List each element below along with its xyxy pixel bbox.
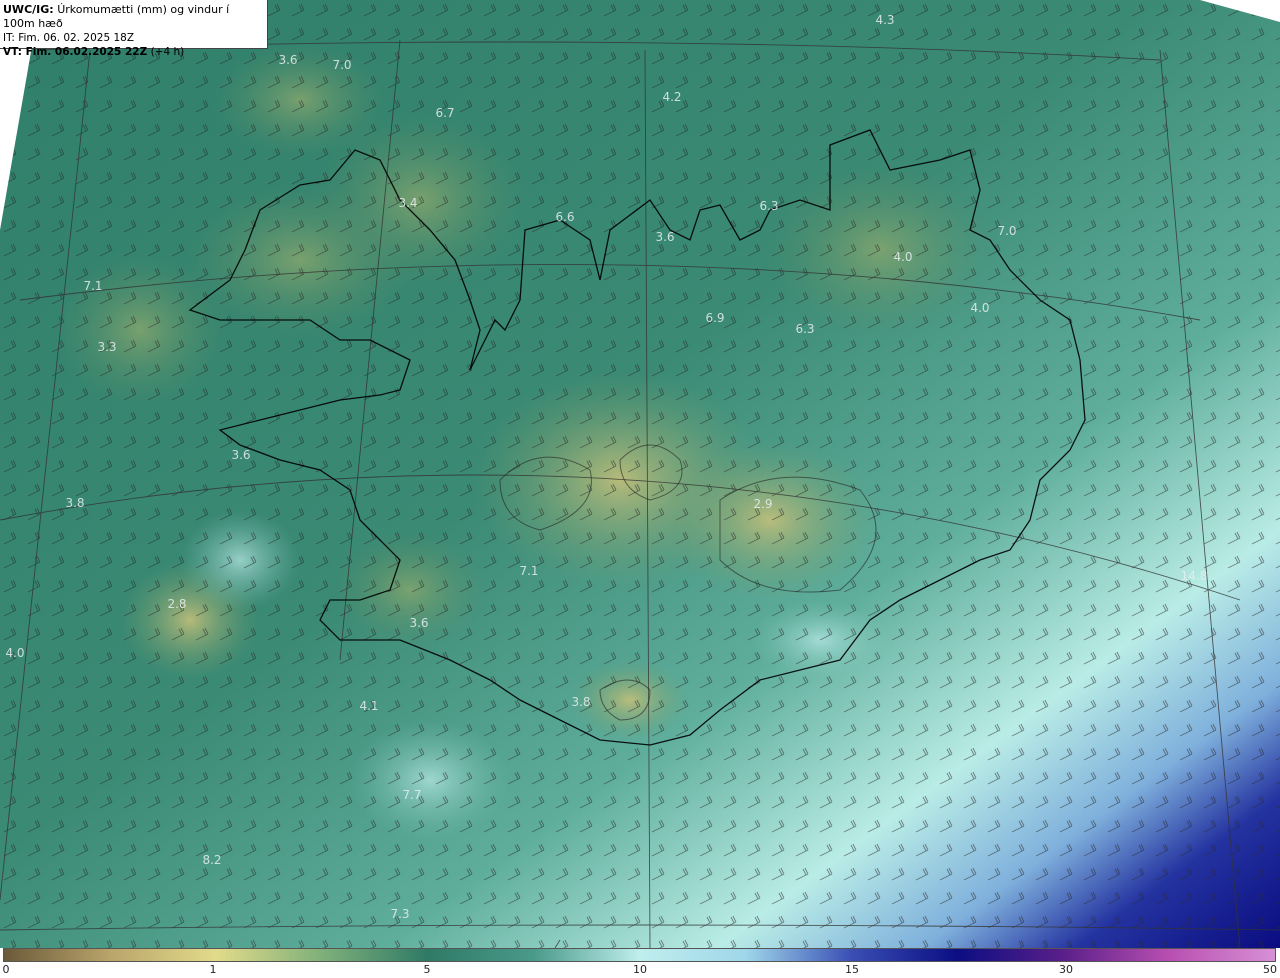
value-label: 6.9: [705, 311, 724, 325]
value-label: 3.3: [97, 340, 116, 354]
colorbar-tick-label: 30: [1059, 963, 1073, 976]
wind-barbs: [0, 0, 1280, 948]
info-box: UWC/IG: Úrkomumætti (mm) og vindur í 100…: [0, 0, 268, 58]
colorbar-tick-label: 50: [1263, 963, 1277, 976]
value-label: 7.1: [519, 564, 538, 578]
value-label: 7.1: [83, 279, 102, 293]
value-label: 14.8: [1181, 569, 1208, 583]
value-label: 6.7: [435, 106, 454, 120]
product-label: UWC/IG:: [3, 3, 54, 16]
colorbar-tick-label: 1: [209, 963, 217, 976]
initial-time: IT: Fim. 06. 02. 2025 18Z: [3, 32, 135, 44]
value-label: 6.3: [795, 322, 814, 336]
colorbar-tick-label: 15: [845, 963, 859, 976]
value-label: 4.1: [359, 699, 378, 713]
value-label: 2.9: [753, 497, 772, 511]
value-label: 6.6: [555, 210, 574, 224]
colorbar-tick-label: 5: [423, 963, 431, 976]
value-label: 3.8: [65, 496, 84, 510]
valid-time: VT: Fim. 06.02.2025 22Z: [3, 46, 148, 58]
colorbar: [3, 948, 1276, 962]
value-label: 7.3: [390, 907, 409, 921]
value-label: 3.6: [655, 230, 674, 244]
value-label: 7.0: [332, 58, 351, 72]
value-label: 7.0: [997, 224, 1016, 238]
value-label: 4.0: [893, 250, 912, 264]
value-label: 3.4: [398, 196, 417, 210]
value-label: 4.0: [970, 301, 989, 315]
value-label: 3.8: [571, 695, 590, 709]
value-label: 4.3: [875, 13, 894, 27]
value-label: 3.6: [231, 448, 250, 462]
value-label: 4.2: [662, 90, 681, 104]
value-label: 6.3: [759, 199, 778, 213]
value-label: 4.0: [5, 646, 24, 660]
colorbar-tick-label: 0: [2, 963, 10, 976]
value-label: 3.6: [409, 616, 428, 630]
forecast-offset: (+4 h): [150, 46, 185, 58]
colorbar-tick-label: 10: [633, 963, 647, 976]
value-label: 2.8: [167, 597, 186, 611]
value-label: 3.6: [278, 53, 297, 67]
precipitation-map: 4.3 3.6 7.0 4.2 6.7 3.4 6.6 6.3 3.6 7.0 4.0 7.1 6.9 6…: [0, 0, 1280, 948]
map-area: 4.3 3.6 7.0 4.2 6.7 3.4 6.6 6.3 3.6 7.0 4.0 7.1 6.9 6…: [0, 0, 1280, 948]
value-label: 7.7: [402, 788, 421, 802]
colorbar-legend: 0 1 5 10 15 30 50: [0, 948, 1280, 978]
value-label: 8.2: [202, 853, 221, 867]
